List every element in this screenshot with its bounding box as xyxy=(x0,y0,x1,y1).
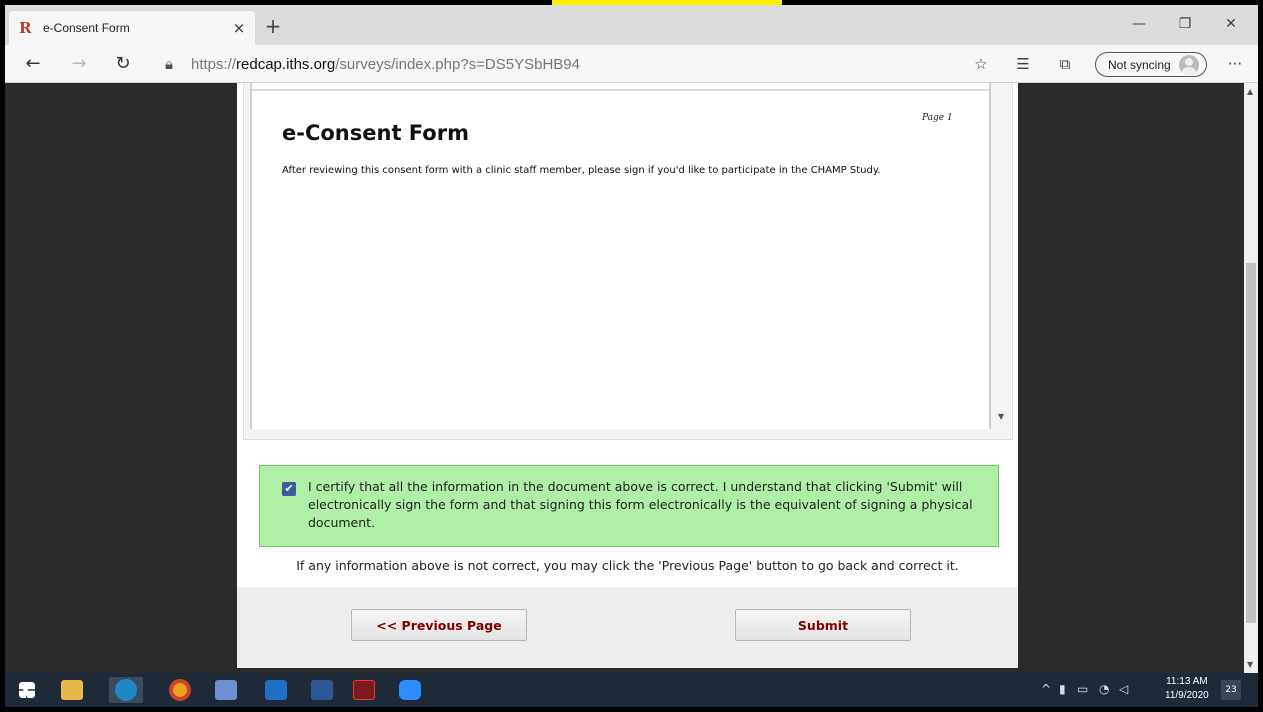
highlight-marker xyxy=(552,0,782,5)
collections-icon[interactable]: ⧉ xyxy=(1051,50,1079,78)
browser-window: R e-Consent Form × + — ❐ ✕ ← → ↻ 🔒︎ http… xyxy=(5,5,1258,707)
url-scheme: https:// xyxy=(191,55,237,73)
certification-box: ✔ I certify that all the information in … xyxy=(259,465,999,547)
address-toolbar: ← → ↻ 🔒︎ https://redcap.iths.org/surveys… xyxy=(5,45,1258,83)
previous-page-button[interactable]: << Previous Page xyxy=(351,609,527,641)
remote-desktop-icon[interactable] xyxy=(215,680,237,700)
acrobat-icon[interactable] xyxy=(353,680,375,700)
page-label: Page 1 xyxy=(922,113,953,123)
windows-start-icon[interactable] xyxy=(19,682,35,698)
scrollbar-thumb[interactable] xyxy=(1246,263,1256,623)
clock-date: 11/9/2020 xyxy=(1165,690,1209,701)
scroll-up-icon[interactable]: ▲ xyxy=(1247,87,1253,96)
clock-time: 11:13 AM xyxy=(1166,676,1208,687)
word-icon[interactable] xyxy=(311,680,333,700)
outlook-icon[interactable] xyxy=(265,680,287,700)
edge-icon xyxy=(115,679,137,701)
microphone-icon[interactable]: ▮ xyxy=(1059,682,1066,696)
page-viewport: Page 1 e-Consent Form After reviewing th… xyxy=(5,83,1258,673)
new-tab-button[interactable]: + xyxy=(261,15,285,39)
form-description: After reviewing this consent form with a… xyxy=(282,165,881,176)
volume-icon[interactable]: ◁ xyxy=(1119,682,1128,696)
tab-e-consent-form[interactable]: R e-Consent Form × xyxy=(9,11,255,45)
scroll-down-icon[interactable]: ▼ xyxy=(1247,660,1253,669)
favorite-star-icon[interactable]: ☆ xyxy=(967,50,995,78)
tab-close-icon[interactable]: × xyxy=(227,19,251,37)
button-area: << Previous Page Submit xyxy=(237,587,1018,668)
url-path: /surveys/index.php?s=DS5YSbHB94 xyxy=(335,55,580,73)
document-scrollbar[interactable]: ▼ xyxy=(996,83,1010,429)
url-host: redcap.iths.org xyxy=(236,55,336,73)
consent-document-frame: Page 1 e-Consent Form After reviewing th… xyxy=(243,83,1013,440)
minimize-icon[interactable]: — xyxy=(1116,11,1162,37)
notification-center-icon[interactable]: 23 xyxy=(1221,680,1241,700)
certify-text: I certify that all the information in th… xyxy=(308,479,973,530)
restore-icon[interactable]: ❐ xyxy=(1162,11,1208,37)
profile-avatar-icon xyxy=(1178,54,1199,75)
more-options-icon[interactable]: ··· xyxy=(1221,50,1249,78)
address-bar[interactable]: 🔒︎ https://redcap.iths.org/surveys/index… xyxy=(165,51,985,77)
page-scrollbar[interactable]: ▲ ▼ xyxy=(1244,83,1258,673)
favorites-list-icon[interactable]: ☰ xyxy=(1009,50,1037,78)
form-title: e-Consent Form xyxy=(282,121,469,145)
forward-arrow-icon[interactable]: → xyxy=(65,50,93,78)
file-explorer-icon[interactable] xyxy=(61,680,83,700)
battery-icon[interactable]: ▭ xyxy=(1077,682,1088,696)
certify-checkbox[interactable]: ✔ xyxy=(282,482,296,496)
taskbar: ^ ▮ ▭ ◔ ◁ 11:13 AM 11/9/2020 23 xyxy=(5,673,1258,707)
close-window-icon[interactable]: ✕ xyxy=(1208,11,1254,37)
survey-container: Page 1 e-Consent Form After reviewing th… xyxy=(237,83,1018,668)
zoom-icon[interactable] xyxy=(399,680,421,700)
tab-title: e-Consent Form xyxy=(43,21,130,35)
sync-status-button[interactable]: Not syncing xyxy=(1095,52,1207,77)
chrome-icon[interactable] xyxy=(169,679,191,701)
wifi-icon[interactable]: ◔ xyxy=(1099,682,1109,696)
lock-icon: 🔒︎ xyxy=(165,55,173,73)
system-clock[interactable]: 11:13 AM 11/9/2020 xyxy=(1165,675,1209,703)
sync-label: Not syncing xyxy=(1108,57,1171,72)
refresh-icon[interactable]: ↻ xyxy=(109,50,137,78)
back-arrow-icon[interactable]: ← xyxy=(19,50,47,78)
tray-expand-icon[interactable]: ^ xyxy=(1041,682,1051,696)
info-note: If any information above is not correct,… xyxy=(296,558,959,573)
consent-document[interactable]: Page 1 e-Consent Form After reviewing th… xyxy=(250,83,991,429)
tab-strip: R e-Consent Form × + — ❐ ✕ xyxy=(5,5,1258,45)
redcap-favicon-icon: R xyxy=(19,19,32,37)
submit-button[interactable]: Submit xyxy=(735,609,911,641)
scroll-down-icon[interactable]: ▼ xyxy=(998,412,1004,421)
